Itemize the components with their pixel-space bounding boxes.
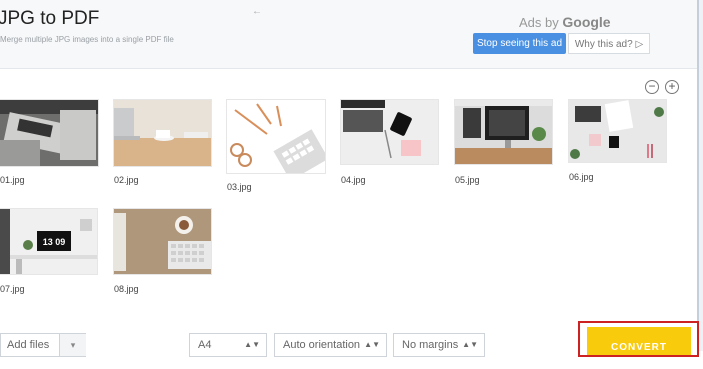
image-filename: 01.jpg: [0, 175, 25, 185]
image-filename: 04.jpg: [341, 175, 366, 185]
thumbnail-08: [114, 209, 211, 274]
margins-select[interactable]: No margins ▲▼: [393, 333, 485, 357]
workspace-flatlay-photo-icon: [569, 100, 666, 162]
orientation-select[interactable]: Auto orientation ▲▼: [274, 333, 387, 357]
laptop-desk-photo-icon: [0, 100, 98, 166]
image-filename: 05.jpg: [455, 175, 480, 185]
add-files-dropdown-icon[interactable]: ▾: [59, 334, 86, 356]
image-filename: 08.jpg: [114, 284, 139, 294]
header: JPG to PDF Merge multiple JPG images int…: [0, 0, 697, 69]
keyboard-pencils-photo-icon: [227, 100, 325, 173]
monitor-desk-photo-icon: [455, 100, 552, 164]
window-edge: [699, 0, 703, 351]
laptop-coffee-photo-icon: [114, 100, 211, 166]
image-filename: 03.jpg: [227, 182, 252, 192]
image-filename: 06.jpg: [569, 172, 594, 182]
add-files-button[interactable]: Add files ▾: [0, 333, 86, 357]
select-arrows-icon: ▲▼: [244, 340, 260, 349]
page-size-select[interactable]: A4 ▲▼: [189, 333, 267, 357]
select-arrows-icon: ▲▼: [364, 340, 380, 349]
select-arrows-icon: ▲▼: [462, 340, 478, 349]
clock-desk-photo-icon: 13 09: [0, 209, 97, 274]
thumbnail-03: [227, 100, 325, 173]
margins-value: No margins: [402, 339, 459, 351]
page-title: JPG to PDF: [0, 8, 100, 29]
why-this-ad-button[interactable]: Why this ad? ▷: [568, 33, 650, 54]
google-logo-text: Google: [562, 14, 611, 30]
thumbnail-01: [0, 100, 98, 166]
page-size-value: A4: [198, 339, 212, 351]
thumbnail-06: [569, 100, 666, 162]
back-arrow-icon[interactable]: ←: [252, 6, 262, 17]
stop-seeing-ad-button[interactable]: Stop seeing this ad: [473, 33, 566, 54]
clock-time-text: 13 09: [43, 237, 66, 247]
add-files-label: Add files: [7, 339, 50, 351]
zoom-out-icon[interactable]: −: [645, 80, 659, 94]
thumbnail-02: [114, 100, 211, 166]
thumbnail-04: [341, 100, 438, 164]
image-filename: 02.jpg: [114, 175, 139, 185]
wood-keyboard-photo-icon: [114, 209, 211, 274]
laptop-phone-photo-icon: [341, 100, 438, 164]
image-filename: 07.jpg: [0, 284, 25, 294]
thumbnail-07: 13 09: [0, 209, 97, 274]
orientation-value: Auto orientation: [283, 339, 361, 351]
thumbnail-05: [455, 100, 552, 164]
zoom-in-icon[interactable]: +: [665, 80, 679, 94]
ads-by-text: Ads by: [519, 15, 559, 30]
ads-by-label: Ads by Google: [519, 14, 611, 30]
page-subtitle: Merge multiple JPG images into a single …: [0, 35, 174, 44]
